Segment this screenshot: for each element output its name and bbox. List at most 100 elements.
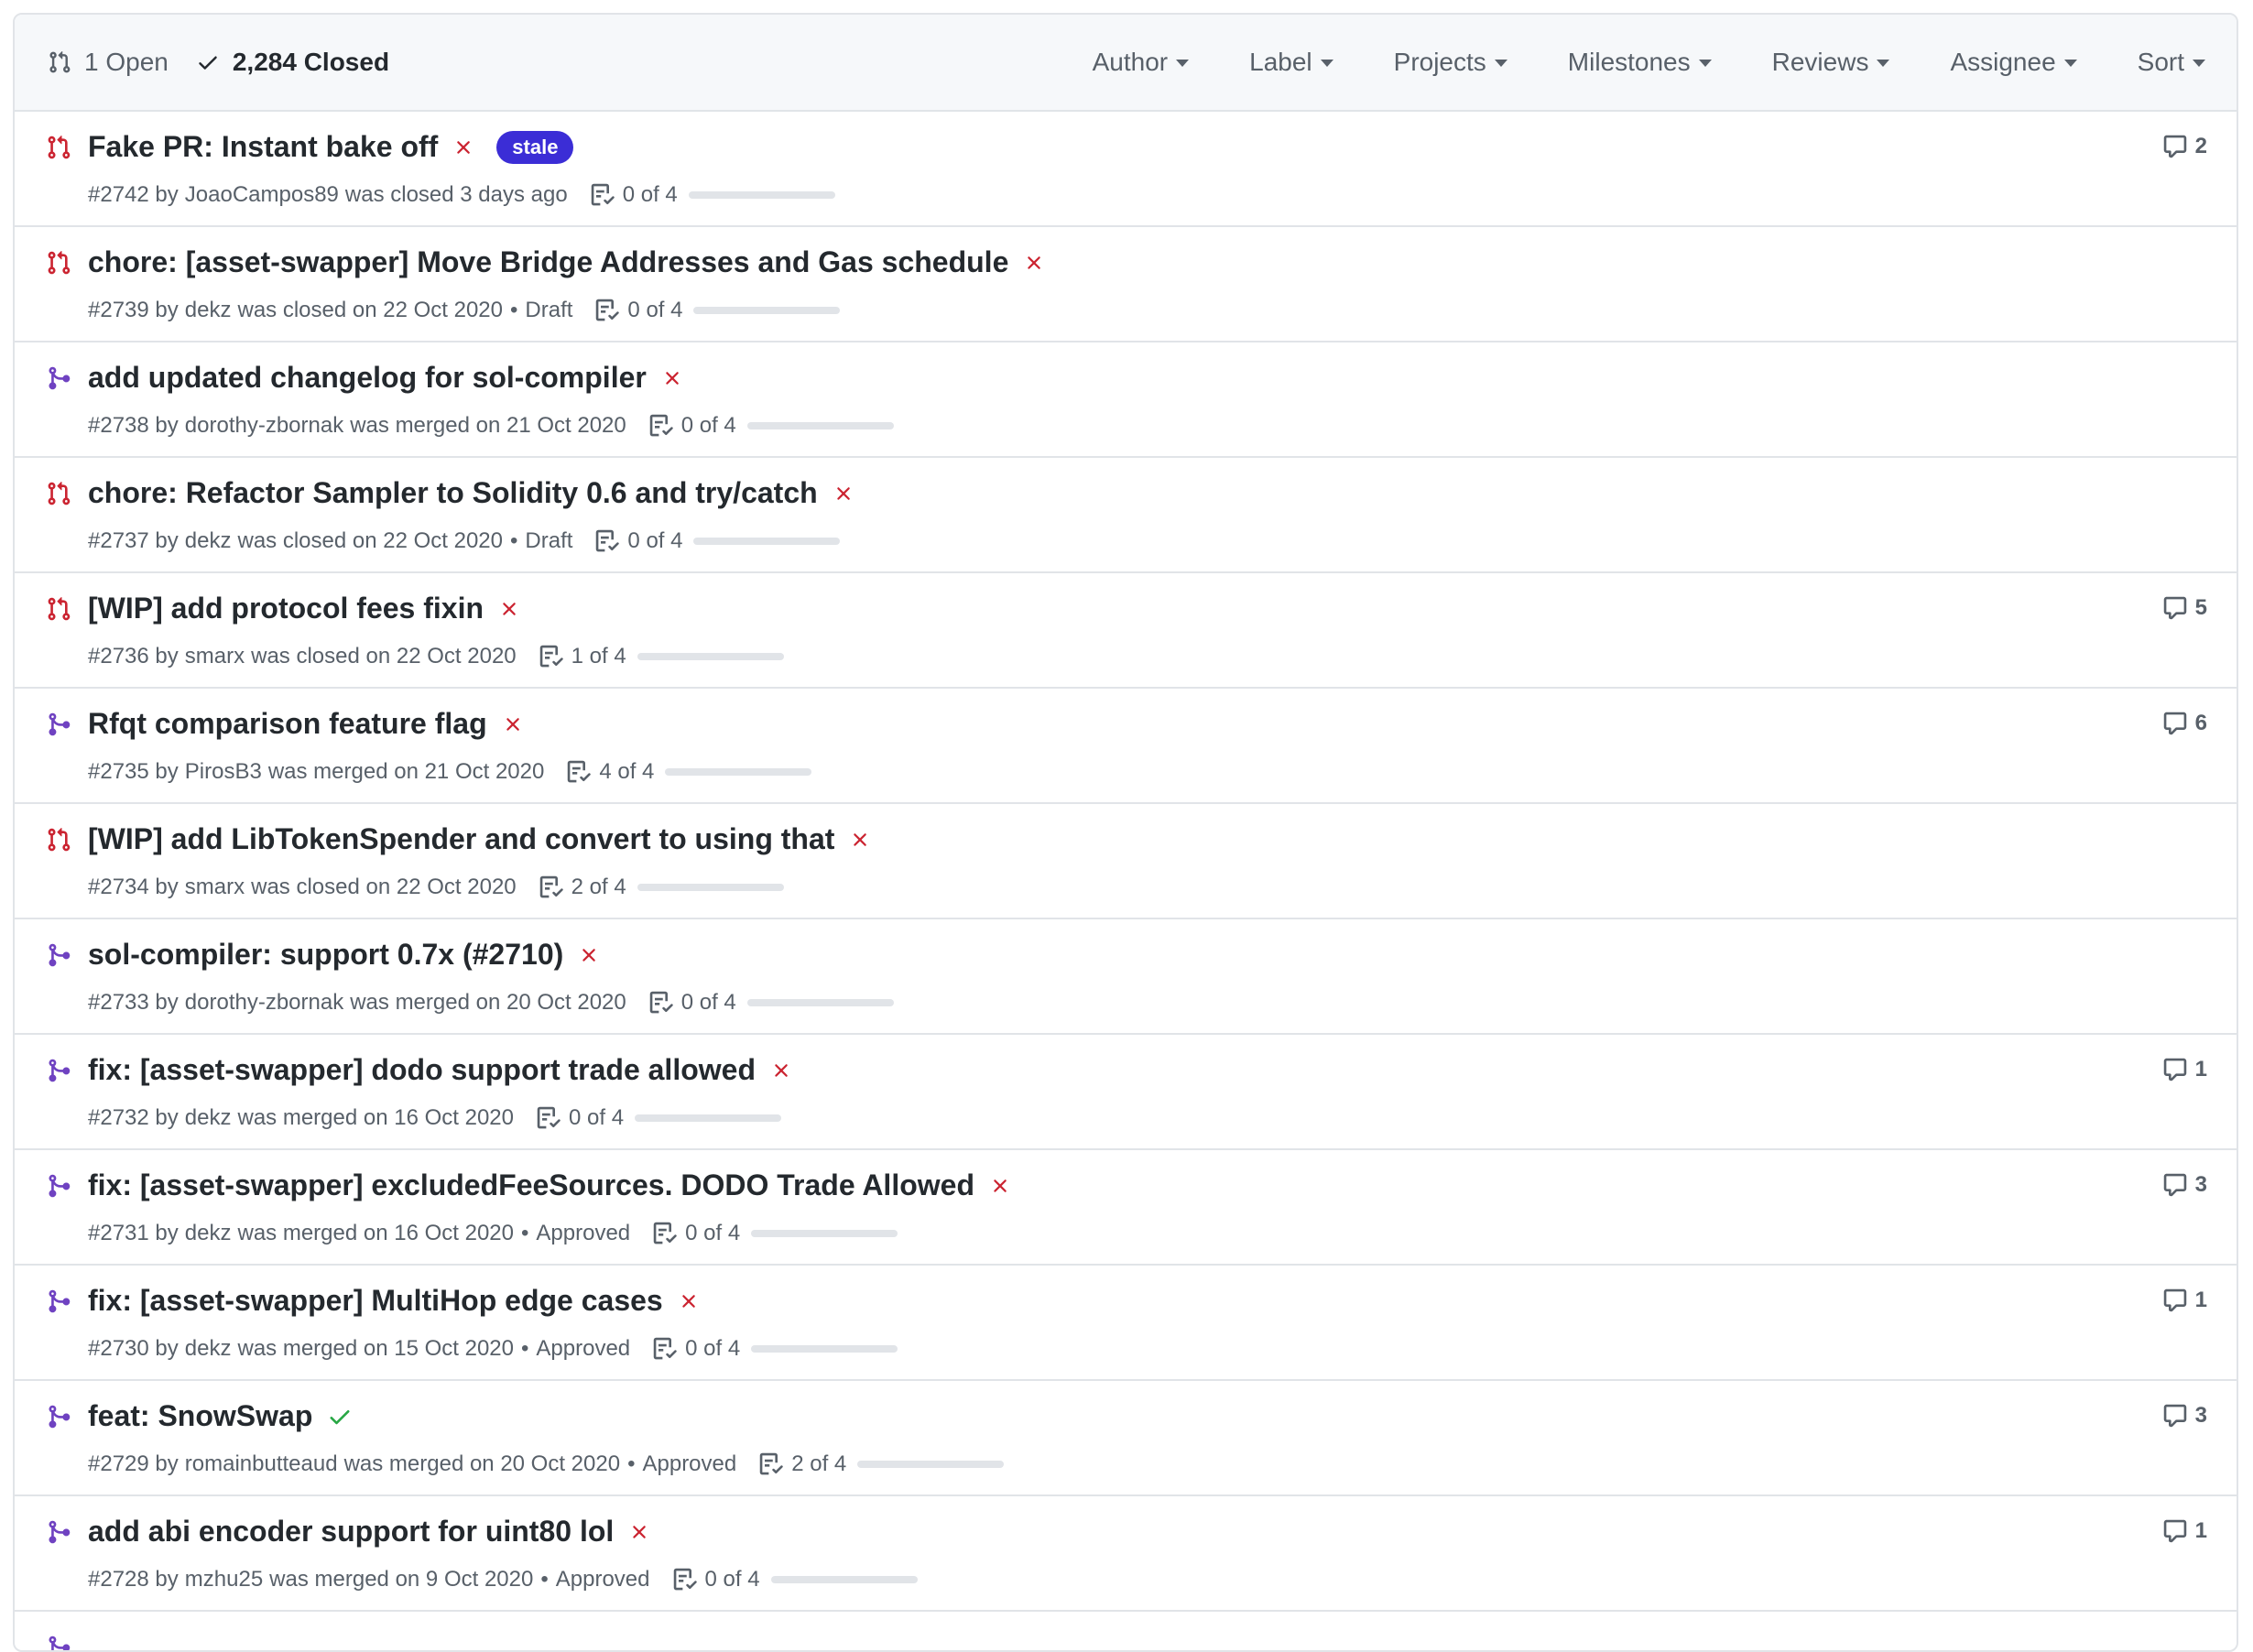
task-count: 2 of 4 xyxy=(791,1451,847,1476)
ci-failure-x-icon[interactable] xyxy=(498,598,520,620)
pr-author-link[interactable]: dekz xyxy=(185,1221,232,1246)
pr-state-icon xyxy=(46,1056,71,1090)
pr-action: was closed on 22 Oct 2020 xyxy=(237,298,503,322)
task-count: 4 of 4 xyxy=(599,759,655,784)
review-status-link[interactable]: Draft xyxy=(525,298,572,323)
assignee-filter-label: Assignee xyxy=(1950,48,2056,76)
comment-count: 3 xyxy=(2194,1403,2207,1428)
pr-title-link[interactable]: [WIP] add protocol fees fixin xyxy=(88,592,484,625)
sort-filter[interactable]: Sort xyxy=(2138,48,2205,77)
comments-link[interactable]: 5 xyxy=(2162,595,2207,621)
ci-failure-x-icon[interactable] xyxy=(502,713,524,735)
pr-state-icon xyxy=(46,1287,71,1321)
projects-filter[interactable]: Projects xyxy=(1394,48,1507,77)
comment-count: 6 xyxy=(2194,711,2207,735)
ci-failure-x-icon[interactable] xyxy=(578,944,600,966)
ci-failure-x-icon[interactable] xyxy=(628,1521,650,1543)
ci-failure-x-icon[interactable] xyxy=(678,1290,700,1312)
pr-author-link[interactable]: JoaoCampos89 xyxy=(185,182,339,208)
pr-author-link[interactable]: smarx xyxy=(185,644,245,669)
pr-row: fix: [asset-swapper] dodo support trade … xyxy=(15,1035,2237,1150)
pr-row: chore: [asset-swapper] Move Bridge Addre… xyxy=(15,227,2237,342)
pr-meta: #2742 by JoaoCampos89 was closed 3 days … xyxy=(88,182,835,208)
pr-author-link[interactable]: dekz xyxy=(185,528,232,554)
comments-link[interactable]: 3 xyxy=(2162,1172,2207,1198)
caret-down-icon xyxy=(1698,60,1712,67)
comments-link[interactable]: 2 xyxy=(2162,134,2207,159)
comments-link[interactable]: 3 xyxy=(2162,1403,2207,1429)
pr-rows: Fake PR: Instant bake off stale #2742 by… xyxy=(15,112,2237,1650)
review-status-link[interactable]: Approved xyxy=(642,1451,736,1477)
pr-author-link[interactable]: romainbutteaud xyxy=(185,1451,338,1477)
pr-row: add updated changelog for sol-compiler #… xyxy=(15,342,2237,458)
pr-author-link[interactable]: dekz xyxy=(185,298,232,323)
pr-author-link[interactable]: smarx xyxy=(185,875,245,900)
ci-failure-x-icon[interactable] xyxy=(661,367,683,389)
pr-title-link[interactable]: add updated changelog for sol-compiler xyxy=(88,361,647,395)
pr-title-link[interactable]: fix: [asset-swapper] dodo support trade … xyxy=(88,1053,756,1087)
task-progress-bar xyxy=(635,1114,782,1122)
task-progress-bar xyxy=(857,1461,1005,1468)
pr-author-link[interactable]: dorothy-zbornak xyxy=(185,990,343,1016)
pr-by: by xyxy=(155,759,179,784)
pr-author-link[interactable]: mzhu25 xyxy=(185,1567,263,1592)
task-count: 0 of 4 xyxy=(680,990,736,1015)
assignee-filter[interactable]: Assignee xyxy=(1950,48,2077,77)
comments-link[interactable]: 1 xyxy=(2162,1057,2207,1082)
pr-author-link[interactable]: dorothy-zbornak xyxy=(185,413,343,439)
pr-label-badge[interactable]: stale xyxy=(496,130,574,164)
review-status-link[interactable]: Approved xyxy=(556,1567,650,1592)
pr-author-link[interactable]: dekz xyxy=(185,1105,232,1131)
pr-title-link[interactable]: [WIP] add LibTokenSpender and convert to… xyxy=(88,822,834,856)
task-progress: 0 of 4 xyxy=(594,298,841,323)
pr-by: by xyxy=(155,1105,179,1130)
task-progress-bar xyxy=(751,1230,898,1237)
review-status-link[interactable]: Approved xyxy=(536,1336,630,1362)
pr-title-link[interactable]: add abi encoder support for uint80 lol xyxy=(88,1515,614,1549)
pr-title-link[interactable]: chore: Refactor Sampler to Solidity 0.6 … xyxy=(88,476,818,510)
comments-link[interactable]: 6 xyxy=(2162,711,2207,736)
pr-title-line: [WIP] add protocol fees fixin xyxy=(88,592,520,625)
pr-title-link[interactable]: Fake PR: Instant bake off xyxy=(88,130,438,164)
pr-author-link[interactable]: dekz xyxy=(185,1336,232,1362)
checklist-icon xyxy=(673,1568,697,1591)
pr-row: [WIP] add LibTokenSpender and convert to… xyxy=(15,804,2237,919)
closed-filter-link[interactable]: 2,284 Closed xyxy=(196,48,389,77)
pr-title-line: add abi encoder support for uint80 lol xyxy=(88,1515,650,1549)
review-status-link[interactable]: Draft xyxy=(525,528,572,554)
pull-request-icon xyxy=(49,50,71,73)
milestones-filter[interactable]: Milestones xyxy=(1568,48,1712,77)
comments-link[interactable]: 1 xyxy=(2162,1288,2207,1313)
ci-failure-x-icon[interactable] xyxy=(452,136,474,158)
ci-failure-x-icon[interactable] xyxy=(1023,252,1045,274)
comment-count: 3 xyxy=(2194,1172,2207,1197)
pr-title-link[interactable]: feat: SnowSwap xyxy=(88,1399,312,1433)
review-status-link[interactable]: Approved xyxy=(536,1221,630,1246)
ci-failure-x-icon[interactable] xyxy=(849,829,871,851)
caret-down-icon xyxy=(2193,60,2205,67)
pr-number: #2728 xyxy=(88,1567,149,1592)
pr-title-link[interactable]: chore: [asset-swapper] Move Bridge Addre… xyxy=(88,245,1008,279)
checklist-icon xyxy=(591,183,615,206)
pr-title-link[interactable]: sol-compiler: support 0.7x (#2710) xyxy=(88,938,563,972)
task-progress: 0 of 4 xyxy=(652,1336,898,1362)
ci-failure-x-icon[interactable] xyxy=(989,1175,1011,1197)
task-progress-bar xyxy=(751,1345,898,1353)
ci-success-check-icon[interactable] xyxy=(327,1404,353,1429)
label-filter[interactable]: Label xyxy=(1249,48,1333,77)
pr-state-icon xyxy=(46,594,71,628)
author-filter[interactable]: Author xyxy=(1093,48,1190,77)
ci-failure-x-icon[interactable] xyxy=(833,483,854,505)
pr-author-link[interactable]: PirosB3 xyxy=(185,759,262,785)
open-filter-link[interactable]: 1 Open xyxy=(48,48,169,77)
pr-number: #2742 xyxy=(88,182,149,207)
pr-by: by xyxy=(155,1567,179,1592)
filter-bar: Author Label Projects Milestones Reviews… xyxy=(1032,48,2205,77)
ci-failure-x-icon[interactable] xyxy=(770,1060,792,1081)
pr-title-link[interactable]: Rfqt comparison feature flag xyxy=(88,707,487,741)
reviews-filter[interactable]: Reviews xyxy=(1772,48,1890,77)
pr-title-link[interactable]: fix: [asset-swapper] excludedFeeSources.… xyxy=(88,1168,974,1202)
pr-by: by xyxy=(155,875,179,899)
pr-title-link[interactable]: fix: [asset-swapper] MultiHop edge cases xyxy=(88,1284,663,1318)
comments-link[interactable]: 1 xyxy=(2162,1518,2207,1544)
